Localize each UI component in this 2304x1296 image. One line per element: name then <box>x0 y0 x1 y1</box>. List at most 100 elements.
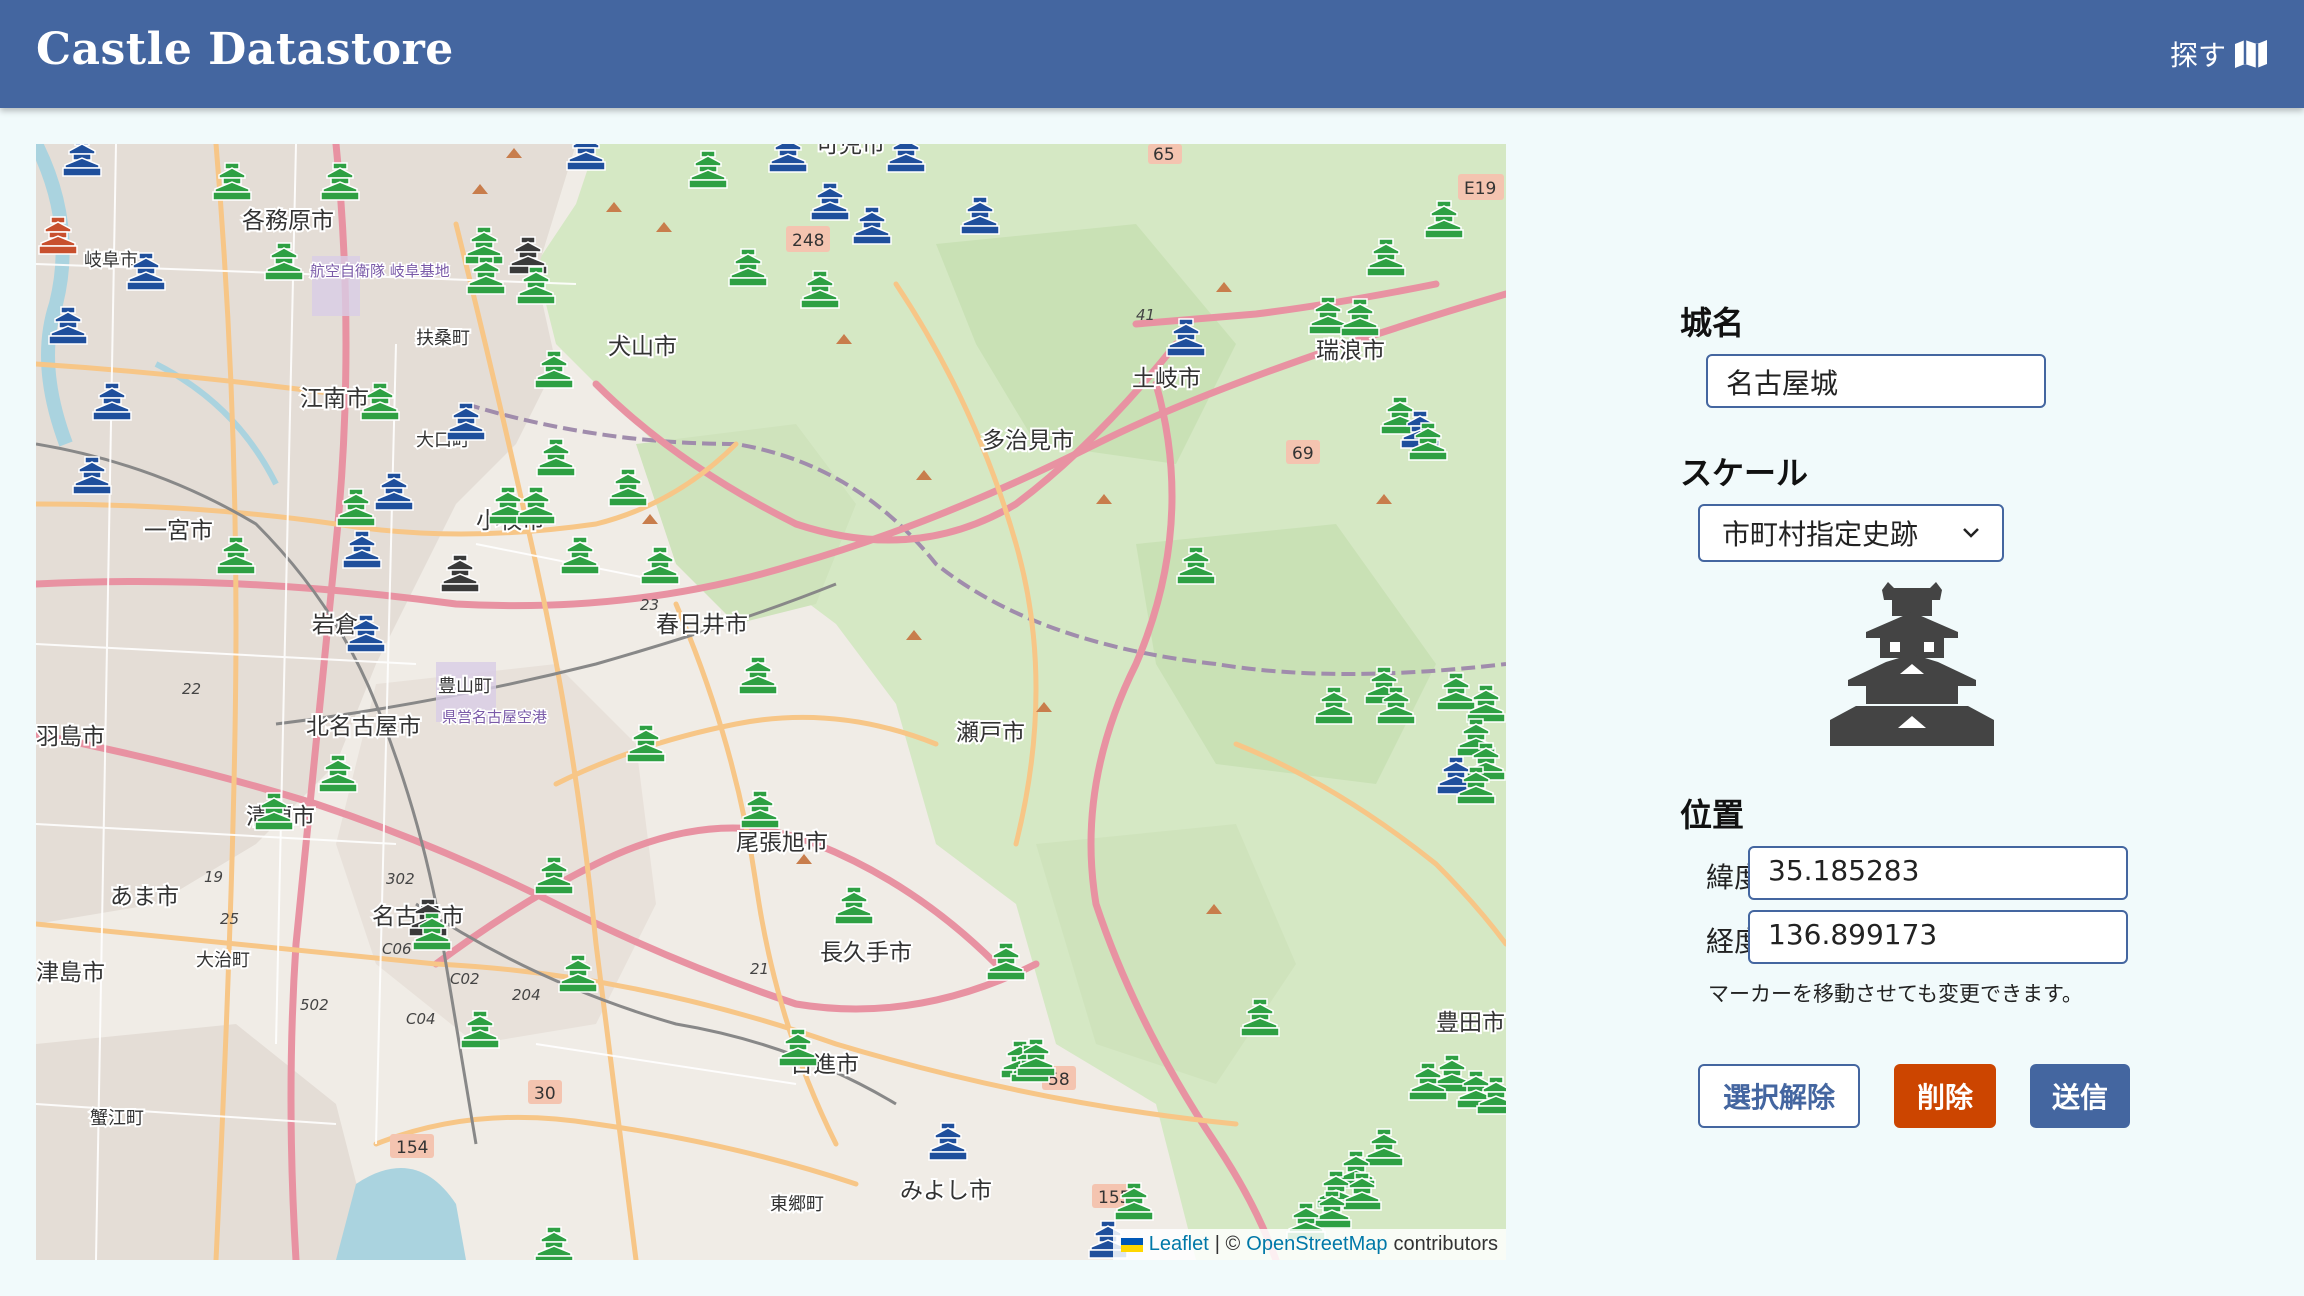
castle-green-marker[interactable] <box>1313 683 1355 725</box>
castle-green-marker[interactable] <box>833 883 875 925</box>
submit-button[interactable]: 送信 <box>2030 1064 2130 1128</box>
castle-green-marker[interactable] <box>1239 995 1281 1037</box>
svg-text:23: 23 <box>640 596 659 614</box>
castle-blue-marker[interactable] <box>851 203 893 245</box>
castle-green-marker[interactable] <box>411 909 453 951</box>
castle-green-marker[interactable] <box>1175 543 1217 585</box>
deselect-button[interactable]: 選択解除 <box>1698 1064 1860 1128</box>
castle-blue-marker[interactable] <box>341 527 383 569</box>
map-view[interactable]: 各務原市 犬山市 扶桑町 江南市 大口町 一宮市 小牧市 岩倉 春日井市 豊山町… <box>36 144 1506 1260</box>
castle-green-marker[interactable] <box>1455 763 1497 805</box>
svg-text:154: 154 <box>396 1138 428 1158</box>
castle-green-marker[interactable] <box>1365 235 1407 277</box>
svg-text:東郷町: 東郷町 <box>770 1194 824 1215</box>
castle-blue-marker[interactable] <box>927 1119 969 1161</box>
longitude-input[interactable]: 136.899173 <box>1748 910 2128 964</box>
svg-text:C02: C02 <box>450 970 480 988</box>
svg-text:65: 65 <box>1153 145 1175 165</box>
castle-blue-marker[interactable] <box>885 144 927 173</box>
castle-green-marker[interactable] <box>515 263 557 305</box>
castle-green-marker[interactable] <box>625 721 667 763</box>
castle-blue-marker[interactable] <box>373 469 415 511</box>
castle-green-marker[interactable] <box>727 245 769 287</box>
castle-green-marker[interactable] <box>1475 1073 1506 1115</box>
svg-text:土岐市: 土岐市 <box>1132 366 1201 392</box>
svg-text:あま市: あま市 <box>110 884 179 910</box>
castle-green-marker[interactable] <box>1015 1035 1057 1077</box>
castle-blue-marker[interactable] <box>125 249 167 291</box>
castle-green-marker[interactable] <box>985 939 1027 981</box>
svg-text:蟹江町: 蟹江町 <box>90 1108 144 1129</box>
position-label: 位置 <box>1680 796 1745 834</box>
castle-green-marker[interactable] <box>1407 419 1449 461</box>
svg-text:犬山市: 犬山市 <box>608 334 677 360</box>
castle-green-marker[interactable] <box>1407 1059 1449 1101</box>
map-tiles: 各務原市 犬山市 扶桑町 江南市 大口町 一宮市 小牧市 岩倉 春日井市 豊山町… <box>36 144 1506 1260</box>
castle-green-marker[interactable] <box>737 653 779 695</box>
latitude-input[interactable]: 35.185283 <box>1748 846 2128 900</box>
castle-blue-marker[interactable] <box>71 453 113 495</box>
castle-green-marker[interactable] <box>1423 197 1465 239</box>
delete-button[interactable]: 削除 <box>1894 1064 1996 1128</box>
castle-blue-marker[interactable] <box>445 399 487 441</box>
castle-blue-marker[interactable] <box>47 303 89 345</box>
castle-green-marker[interactable] <box>533 853 575 895</box>
castle-green-marker[interactable] <box>1375 683 1417 725</box>
castle-black-marker[interactable] <box>439 551 481 593</box>
castle-green-marker[interactable] <box>515 483 557 525</box>
search-nav-link[interactable]: 探す <box>2170 34 2268 74</box>
attribution-separator: | © <box>1214 1233 1241 1255</box>
castle-green-marker[interactable] <box>557 951 599 993</box>
castle-green-marker[interactable] <box>459 1007 501 1049</box>
castle-icon <box>1830 582 1994 746</box>
castle-green-marker[interactable] <box>607 465 649 507</box>
castle-green-marker[interactable] <box>1113 1179 1155 1221</box>
leaflet-link[interactable]: Leaflet <box>1149 1233 1209 1256</box>
castle-green-marker[interactable] <box>687 147 729 189</box>
castle-blue-marker[interactable] <box>345 611 387 653</box>
castle-green-marker[interactable] <box>559 533 601 575</box>
castle-green-marker[interactable] <box>215 533 257 575</box>
castle-green-marker[interactable] <box>639 543 681 585</box>
svg-text:E19: E19 <box>1464 179 1496 199</box>
castle-blue-marker[interactable] <box>61 144 103 177</box>
castle-green-marker[interactable] <box>739 787 781 829</box>
castle-green-marker[interactable] <box>465 253 507 295</box>
castle-blue-marker[interactable] <box>809 179 851 221</box>
map-label: 各務原市 <box>242 208 334 234</box>
svg-text:204: 204 <box>512 986 541 1004</box>
castle-green-marker[interactable] <box>319 159 361 201</box>
castle-green-marker[interactable] <box>533 1223 575 1260</box>
attribution-suffix: contributors <box>1393 1233 1499 1255</box>
svg-text:302: 302 <box>386 870 415 888</box>
castle-green-marker[interactable] <box>335 485 377 527</box>
svg-text:尾張旭市: 尾張旭市 <box>736 830 828 856</box>
castle-green-marker[interactable] <box>799 267 841 309</box>
castle-blue-marker[interactable] <box>959 193 1001 235</box>
svg-text:502: 502 <box>300 996 329 1014</box>
svg-text:大治町: 大治町 <box>196 950 250 971</box>
castle-green-marker[interactable] <box>359 379 401 421</box>
castle-blue-marker[interactable] <box>1165 315 1207 357</box>
castle-name-input[interactable]: 名古屋城 <box>1706 354 2046 408</box>
castle-green-marker[interactable] <box>533 347 575 389</box>
castle-green-marker[interactable] <box>317 751 359 793</box>
brand-title[interactable]: Castle Datastore <box>36 24 454 75</box>
map-attribution: Leaflet | © OpenStreetMap contributors <box>1112 1229 1506 1260</box>
svg-text:30: 30 <box>534 1084 556 1104</box>
svg-text:瑞浪市: 瑞浪市 <box>1316 338 1385 364</box>
castle-blue-marker[interactable] <box>565 144 607 171</box>
castle-green-marker[interactable] <box>1339 295 1381 337</box>
navbar: Castle Datastore 探す <box>0 0 2304 108</box>
castle-green-marker[interactable] <box>211 159 253 201</box>
castle-green-marker[interactable] <box>777 1025 819 1067</box>
castle-blue-marker[interactable] <box>91 379 133 421</box>
castle-blue-marker[interactable] <box>767 144 809 173</box>
castle-red-marker[interactable] <box>37 213 79 255</box>
castle-green-marker[interactable] <box>535 435 577 477</box>
scale-select[interactable]: 市町村指定史跡 <box>1698 504 2004 562</box>
svg-text:一宮市: 一宮市 <box>144 518 213 544</box>
osm-link[interactable]: OpenStreetMap <box>1246 1233 1387 1256</box>
castle-green-marker[interactable] <box>253 789 295 831</box>
castle-green-marker[interactable] <box>263 239 305 281</box>
